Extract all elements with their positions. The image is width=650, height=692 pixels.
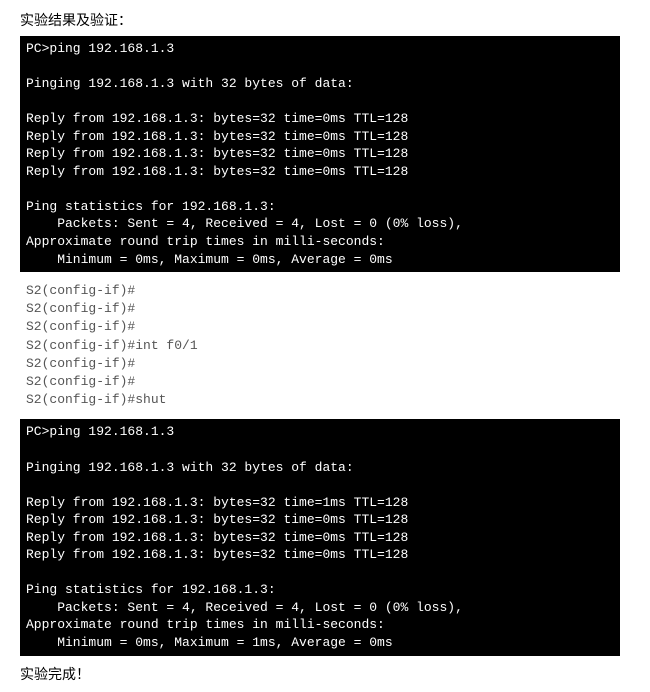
terminal-output-2: PC>ping 192.168.1.3 Pinging 192.168.1.3 …: [20, 419, 620, 655]
section-heading: 实验结果及验证：: [20, 10, 630, 30]
footer-text: 实验完成！: [20, 664, 630, 684]
switch-config-output: S2(config-if)# S2(config-if)# S2(config-…: [20, 280, 630, 411]
terminal-output-1: PC>ping 192.168.1.3 Pinging 192.168.1.3 …: [20, 36, 620, 272]
